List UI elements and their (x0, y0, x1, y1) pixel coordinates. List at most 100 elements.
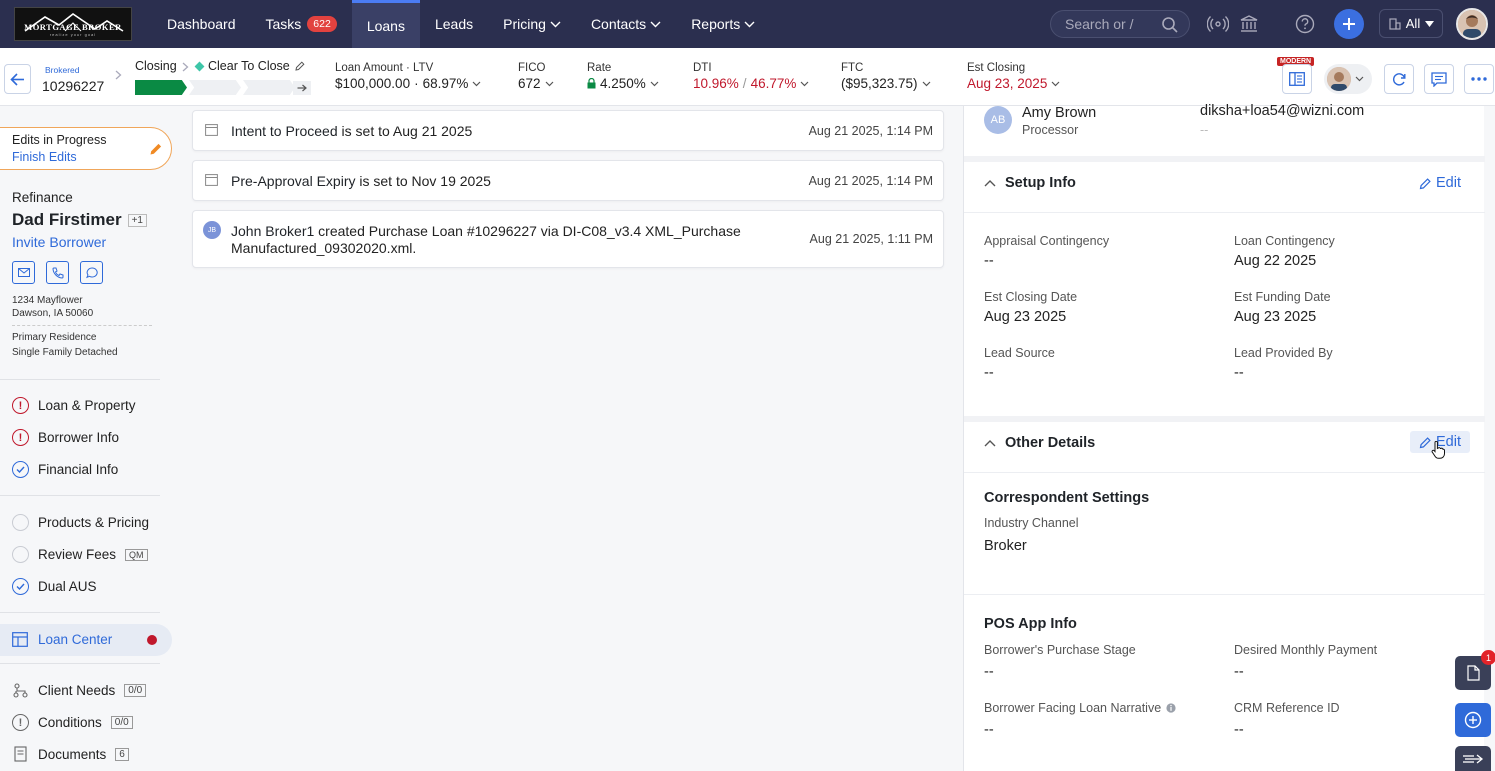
hand-cursor-icon (1431, 441, 1445, 459)
user-avatar[interactable] (1456, 8, 1488, 40)
top-navbar: MORTGAGE BROKER realize your goal Dashbo… (0, 0, 1495, 48)
qm-tag: QM (125, 548, 148, 561)
nav-loans[interactable]: Loans (351, 0, 420, 48)
expand-panel-button[interactable] (1455, 746, 1491, 771)
bank-icon[interactable] (1238, 13, 1260, 35)
nav-pricing[interactable]: Pricing (488, 0, 576, 48)
ltv-value: 68.97% (422, 76, 469, 91)
phone-icon (51, 267, 63, 279)
sidebar-item-documents[interactable]: Documents 6 (12, 746, 129, 763)
more-options-button[interactable] (1464, 64, 1494, 94)
sidebar-item-loan-property[interactable]: ! Loan & Property (12, 397, 136, 414)
pencil-icon[interactable] (295, 61, 305, 71)
message-button[interactable] (80, 261, 103, 284)
loan-number[interactable]: 10296227 (42, 78, 104, 94)
global-search-input[interactable]: Search or / (1050, 10, 1190, 38)
divider (0, 612, 160, 613)
chevron-down-icon (550, 21, 561, 27)
checkmark-icon (12, 461, 29, 478)
loan-contingency-label: Loan Contingency (1234, 234, 1335, 248)
pencil-icon (1419, 177, 1431, 189)
sidebar-item-loan-center[interactable]: Loan Center (0, 624, 172, 656)
nav-dashboard[interactable]: Dashboard (152, 0, 251, 48)
fico-metric[interactable]: FICO 672 (518, 62, 554, 91)
plus-circle-icon (1464, 711, 1482, 729)
nav-dashboard-label: Dashboard (167, 16, 236, 32)
search-icon[interactable] (1161, 16, 1179, 34)
edit-setup-info-button[interactable]: Edit (1419, 175, 1461, 191)
finish-edits-link[interactable]: Finish Edits (12, 150, 77, 164)
sidebar-item-dual-aus[interactable]: Dual AUS (12, 578, 97, 595)
loan-amount-metric[interactable]: Loan Amount · LTV $100,000.00 · 68.97% (335, 62, 481, 91)
sidebar-item-conditions[interactable]: ! Conditions 0/0 (12, 714, 133, 731)
broadcast-icon[interactable] (1207, 13, 1229, 35)
loan-stage: Closing (135, 59, 177, 73)
pos-app-info-section: POS App Info Borrower's Purchase Stage -… (964, 595, 1485, 771)
back-button[interactable] (4, 64, 31, 94)
pencil-icon (150, 143, 162, 155)
next-stage-button[interactable] (293, 81, 311, 95)
layout-toggle-button[interactable] (1282, 64, 1312, 94)
borrower-name[interactable]: Dad Firstimer +1 (12, 210, 147, 230)
nav-contacts-label: Contacts (590, 16, 647, 32)
dti-label: DTI (693, 62, 712, 74)
company-logo[interactable]: MORTGAGE BROKER realize your goal (14, 7, 132, 41)
search-placeholder: Search or / (1065, 16, 1134, 32)
other-details-title: Other Details (1005, 435, 1096, 451)
add-action-button[interactable] (1455, 703, 1491, 737)
fico-label: FICO (518, 62, 546, 74)
loan-status[interactable]: Clear To Close (194, 59, 305, 73)
nav-tasks-label: Tasks (265, 16, 302, 32)
warning-icon: ! (12, 397, 29, 414)
scope-select[interactable]: All (1379, 9, 1443, 38)
contact-email[interactable]: diksha+loa54@wizni.com (1200, 103, 1364, 119)
conditions-count: 0/0 (110, 716, 133, 729)
sidebar-item-financial-info[interactable]: Financial Info (12, 461, 118, 478)
assignee-select[interactable] (1324, 64, 1372, 94)
call-button[interactable] (46, 261, 69, 284)
est-closing-date-value: Aug 23 2025 (984, 309, 1067, 325)
create-new-button[interactable] (1334, 9, 1364, 39)
lead-source-label: Lead Source (984, 346, 1055, 360)
co-borrower-count[interactable]: +1 (127, 213, 147, 227)
sidebar-item-borrower-info[interactable]: ! Borrower Info (12, 429, 119, 446)
alert-dot-icon (147, 635, 157, 645)
loan-contingency-value: Aug 22 2025 (1234, 253, 1317, 269)
activity-timestamp: Aug 21 2025, 1:11 PM (809, 232, 933, 246)
refresh-button[interactable] (1384, 64, 1414, 94)
loan-header-bar: Brokered 10296227 Closing Clear To Close… (0, 48, 1495, 106)
dti-metric[interactable]: DTI 10.96%/46.77% (693, 62, 809, 91)
nav-tasks[interactable]: Tasks 622 (251, 0, 352, 48)
documents-count: 6 (115, 748, 129, 761)
chevron-down-icon (545, 81, 553, 86)
setup-info-header[interactable]: Setup Info (984, 175, 1076, 191)
sidebar-item-review-fees[interactable]: Review Fees QM (12, 546, 148, 563)
refresh-icon (1392, 72, 1406, 86)
rate-metric[interactable]: Rate 4.250% (587, 62, 659, 91)
nav-contacts[interactable]: Contacts (576, 0, 676, 48)
lock-icon (587, 78, 596, 89)
sidebar-item-client-needs[interactable]: Client Needs 0/0 (12, 682, 147, 699)
ftc-metric[interactable]: FTC ($95,323.75) (841, 62, 931, 91)
nav-leads[interactable]: Leads (420, 0, 488, 48)
other-details-header[interactable]: Other Details (984, 435, 1095, 451)
comments-button[interactable] (1424, 64, 1454, 94)
sidebar-item-products-pricing[interactable]: Products & Pricing (12, 514, 149, 531)
invite-borrower-link[interactable]: Invite Borrower (12, 234, 106, 250)
est-closing-metric[interactable]: Est Closing Aug 23, 2025 (967, 62, 1060, 91)
contact-initials-avatar: AB (984, 106, 1012, 134)
nav-reports[interactable]: Reports (676, 0, 770, 48)
property-address-line2: Dawson, IA 50060 (12, 308, 94, 319)
email-button[interactable] (12, 261, 35, 284)
document-panel-button[interactable]: 1 (1455, 650, 1495, 690)
sidebar-item-label: Review Fees (38, 547, 117, 562)
scope-select-value: All (1405, 16, 1421, 31)
arrow-right-lines-icon (1463, 753, 1484, 764)
desired-monthly-payment-value: -- (1234, 664, 1244, 680)
edits-in-progress-banner[interactable]: Edits in Progress Finish Edits (0, 127, 172, 170)
help-icon[interactable] (1294, 13, 1316, 35)
purchase-stage-label: Borrower's Purchase Stage (984, 643, 1136, 657)
stage-progress-bar (135, 80, 295, 95)
setup-info-section: Setup Info Edit Appraisal Contingency --… (964, 162, 1485, 416)
info-icon[interactable] (1166, 703, 1176, 713)
